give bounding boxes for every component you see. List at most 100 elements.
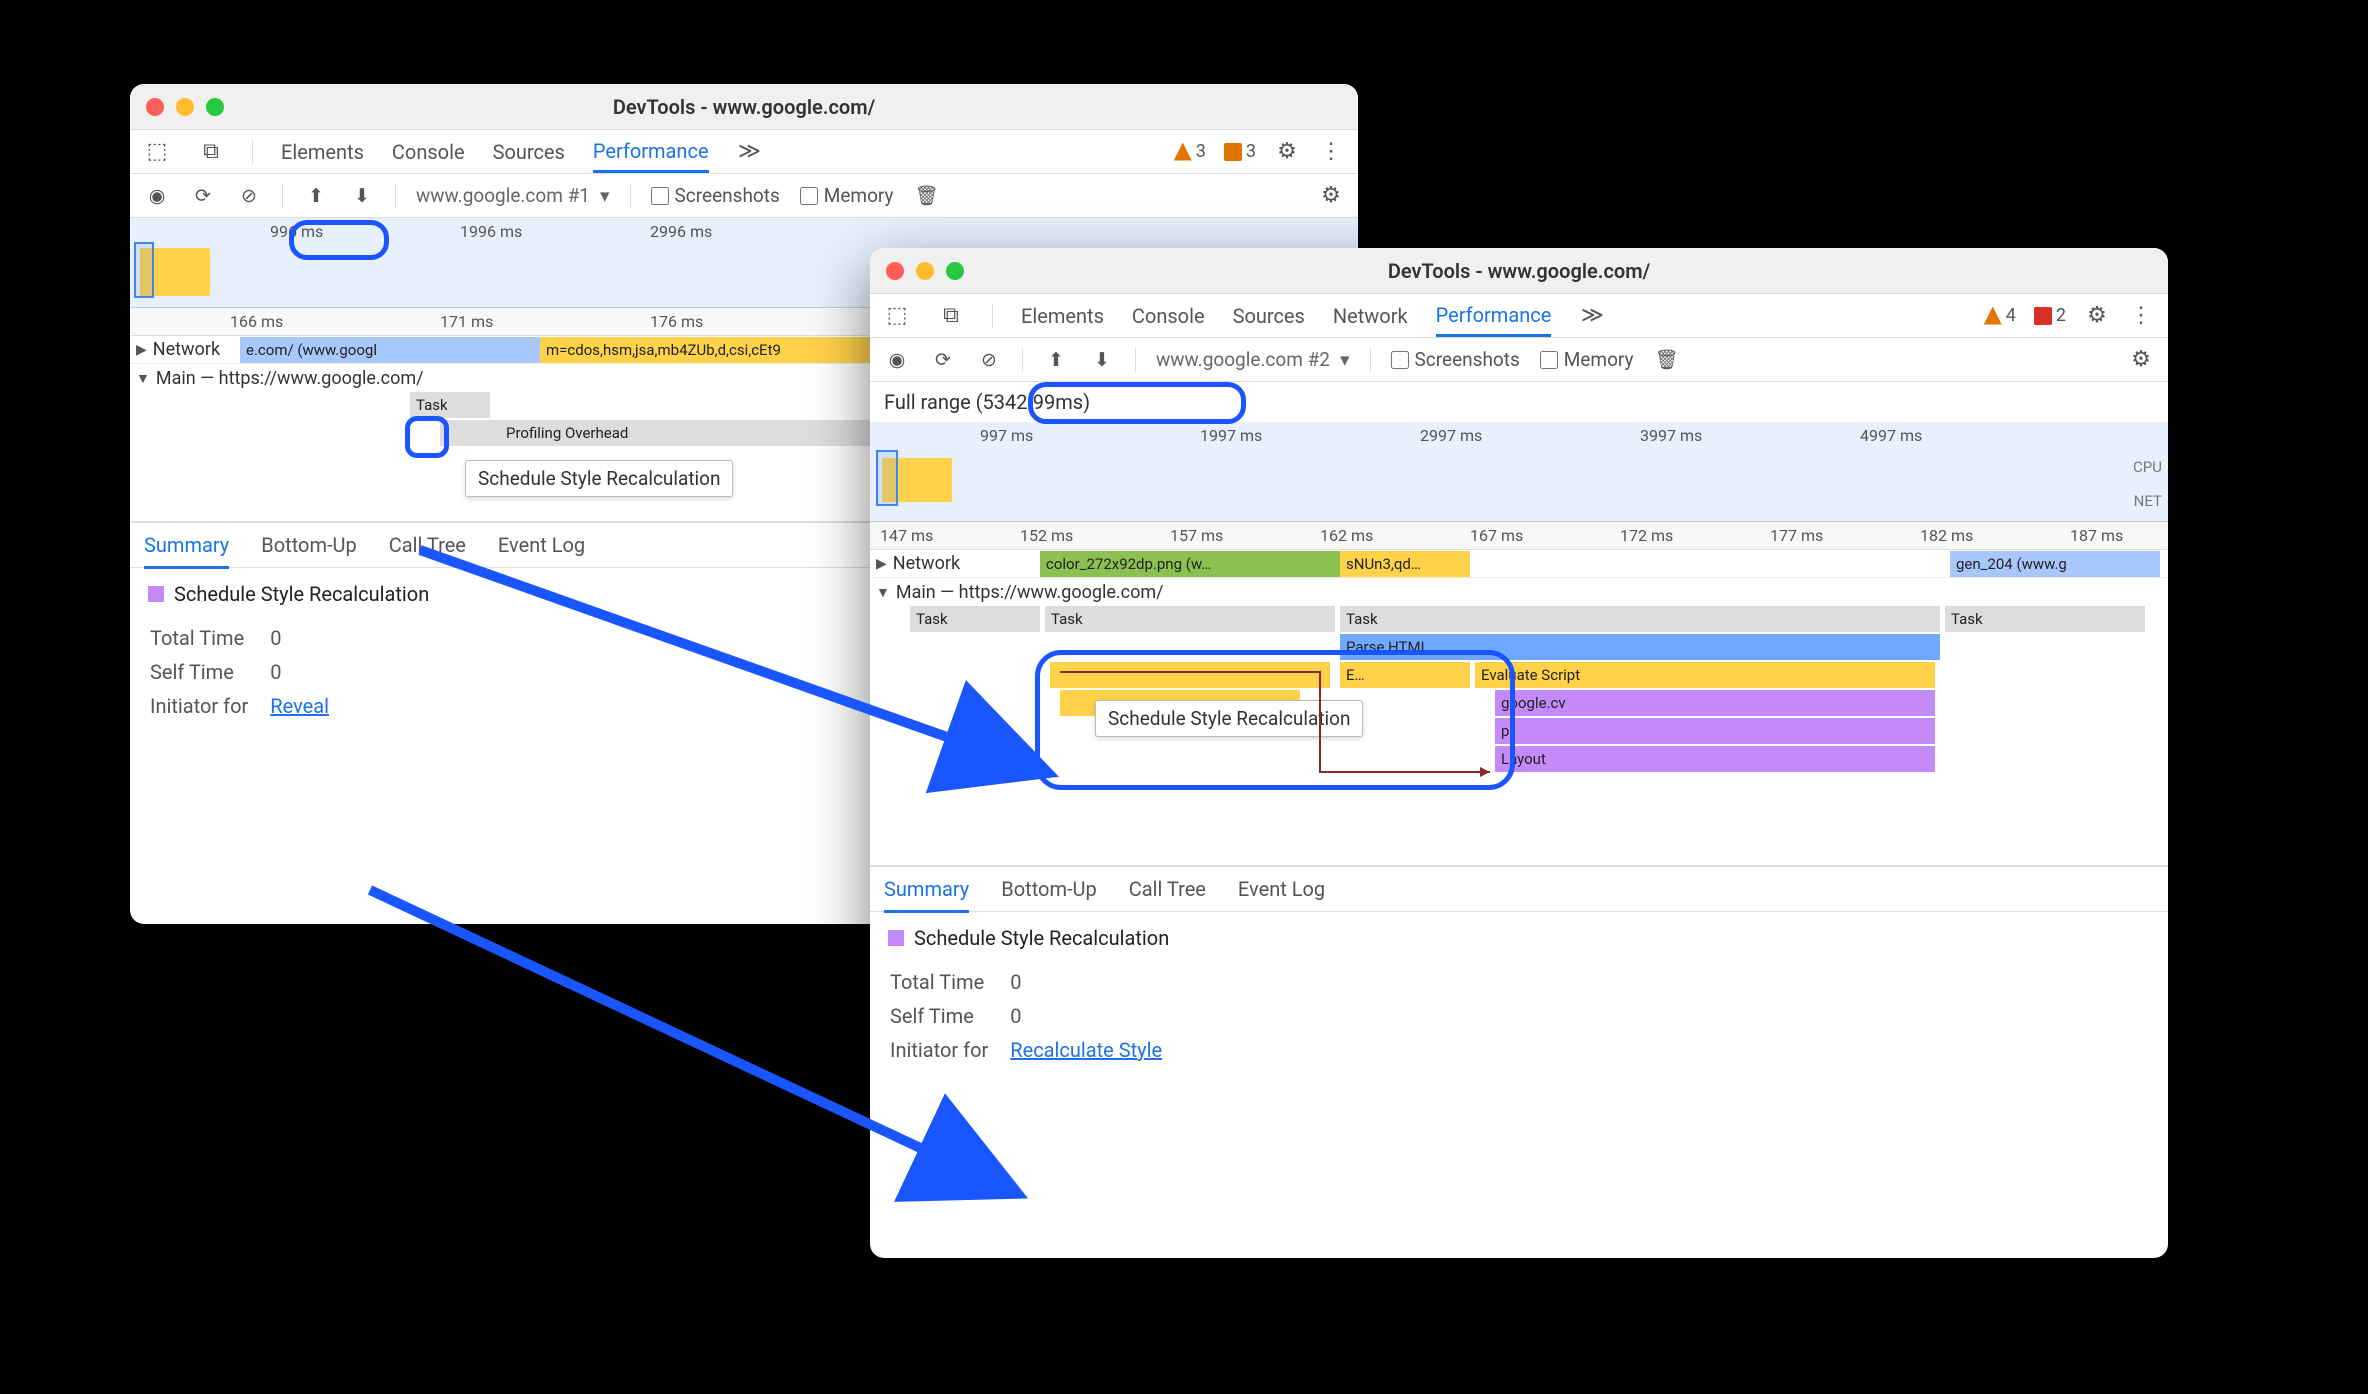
download-icon[interactable]: ⬇ (1089, 347, 1115, 373)
clear-icon[interactable]: ⊘ (236, 183, 262, 209)
kebab-icon[interactable]: ⋮ (2128, 303, 2154, 329)
ruler-tick: 171 ms (440, 312, 493, 331)
total-time-value: 0 (1010, 966, 1182, 998)
tab-call-tree[interactable]: Call Tree (1129, 877, 1206, 901)
expand-icon[interactable]: ▶ (136, 342, 147, 358)
download-icon[interactable]: ⬇ (349, 183, 375, 209)
tab-console[interactable]: Console (392, 140, 465, 164)
flame-task[interactable]: Task (1340, 606, 1940, 632)
ruler-tick: 172 ms (1620, 526, 1673, 545)
flame-googlecv[interactable]: google.cv (1495, 690, 1935, 716)
more-tabs-icon[interactable]: ≫ (1579, 303, 1605, 329)
tab-call-tree[interactable]: Call Tree (389, 533, 466, 557)
flame-layout[interactable]: Layout (1495, 746, 1935, 772)
color-swatch (888, 930, 904, 946)
trash-icon[interactable]: 🗑 (1654, 347, 1680, 373)
record-icon[interactable]: ◉ (884, 347, 910, 373)
main-track-header[interactable]: ▼ Main — https://www.google.com/ (870, 578, 2168, 606)
gear-icon[interactable]: ⚙ (2084, 303, 2110, 329)
panel-gear-icon[interactable]: ⚙ (2128, 347, 2154, 373)
network-segment[interactable]: color_272x92dp.png (w… (1040, 551, 1340, 577)
device-icon[interactable]: ⧉ (198, 139, 224, 165)
summary-table: Total Time0 Self Time0 Initiator forReve… (148, 620, 351, 724)
overview-tick: 1997 ms (1200, 426, 1262, 445)
memory-checkbox[interactable]: Memory (1540, 348, 1634, 371)
trash-icon[interactable]: 🗑 (914, 183, 940, 209)
titlebar[interactable]: DevTools - www.google.com/ (130, 84, 1358, 130)
net-label: NET (2134, 492, 2162, 510)
reveal-link[interactable]: Reveal (270, 694, 329, 718)
window-title: DevTools - www.google.com/ (870, 259, 2168, 283)
tab-event-log[interactable]: Event Log (1238, 877, 1325, 901)
tab-sources[interactable]: Sources (493, 140, 565, 164)
warning-icon (1174, 143, 1192, 161)
kebab-icon[interactable]: ⋮ (1318, 139, 1344, 165)
tab-event-log[interactable]: Event Log (498, 533, 585, 557)
flame-parse[interactable]: Parse HTML (1340, 634, 1940, 660)
recalculate-style-link[interactable]: Recalculate Style (1010, 1038, 1162, 1062)
tab-summary[interactable]: Summary (144, 533, 229, 569)
expand-icon[interactable]: ▶ (876, 556, 887, 572)
flame-chart[interactable]: Task Task Task Task Parse HTML E… Evalua… (870, 606, 2168, 866)
upload-icon[interactable]: ⬆ (303, 183, 329, 209)
summary-table: Total Time0 Self Time0 Initiator forReca… (888, 964, 1184, 1068)
network-segment[interactable]: e.com/ (www.googl (240, 337, 540, 363)
tab-elements[interactable]: Elements (281, 140, 364, 164)
tab-performance[interactable]: Performance (593, 139, 709, 173)
tab-bar: ⬚ ⧉ Elements Console Sources Performance… (130, 130, 1358, 174)
screenshots-checkbox[interactable]: Screenshots (1391, 348, 1520, 371)
profile-select[interactable]: www.google.com #1▾ (416, 184, 610, 207)
profile-select[interactable]: www.google.com #2 ▾ (1156, 348, 1350, 371)
flame-eval[interactable]: Evaluate Script (1475, 662, 1935, 688)
flame-p[interactable]: p (1495, 718, 1935, 744)
self-time-label: Self Time (890, 1000, 1008, 1032)
upload-icon[interactable]: ⬆ (1043, 347, 1069, 373)
profile-select-label: www.google.com #2 (1156, 348, 1330, 371)
inspect-icon[interactable]: ⬚ (144, 139, 170, 165)
record-icon[interactable]: ◉ (144, 183, 170, 209)
flame-task[interactable]: Task (410, 392, 490, 418)
panel-gear-icon[interactable]: ⚙ (1318, 183, 1344, 209)
profile-select-label: www.google.com #1 (416, 184, 590, 207)
reload-icon[interactable]: ⟳ (930, 347, 956, 373)
summary-header: Schedule Style Recalculation (888, 926, 2150, 950)
overview-tick: 1996 ms (460, 222, 522, 241)
tab-bottom-up[interactable]: Bottom-Up (261, 533, 356, 557)
flame-task[interactable]: Task (910, 606, 1040, 632)
network-segment[interactable]: gen_204 (www.g (1950, 551, 2160, 577)
tab-network[interactable]: Network (1333, 304, 1408, 328)
overview-timeline[interactable]: 997 ms 1997 ms 2997 ms 3997 ms 4997 ms C… (870, 422, 2168, 522)
error-badge[interactable]: 3 (1224, 141, 1256, 162)
error-badge[interactable]: 2 (2034, 305, 2066, 326)
memory-checkbox[interactable]: Memory (800, 184, 894, 207)
titlebar[interactable]: DevTools - www.google.com/ (870, 248, 2168, 294)
overview-selection[interactable] (876, 450, 898, 506)
tab-bottom-up[interactable]: Bottom-Up (1001, 877, 1096, 901)
error-count: 3 (1246, 141, 1256, 162)
time-ruler[interactable]: 147 ms 152 ms 157 ms 162 ms 167 ms 172 m… (870, 522, 2168, 550)
self-time-label: Self Time (150, 656, 268, 688)
warning-badge[interactable]: 4 (1984, 305, 2016, 326)
flame-task[interactable]: Task (1945, 606, 2145, 632)
device-icon[interactable]: ⧉ (938, 303, 964, 329)
chevron-down-icon: ▾ (1340, 348, 1350, 371)
tab-elements[interactable]: Elements (1021, 304, 1104, 328)
reload-icon[interactable]: ⟳ (190, 183, 216, 209)
network-track-header[interactable]: ▶ Network color_272x92dp.png (w… sNUn3,q… (870, 550, 2168, 578)
collapse-icon[interactable]: ▼ (136, 370, 150, 387)
warning-badge[interactable]: 3 (1174, 141, 1206, 162)
inspect-icon[interactable]: ⬚ (884, 303, 910, 329)
collapse-icon[interactable]: ▼ (876, 584, 890, 601)
tab-sources[interactable]: Sources (1233, 304, 1305, 328)
tab-summary[interactable]: Summary (884, 877, 969, 913)
overview-selection[interactable] (134, 242, 154, 298)
gear-icon[interactable]: ⚙ (1274, 139, 1300, 165)
network-segment[interactable]: sNUn3,qd… (1340, 551, 1470, 577)
flame-task[interactable]: Task (1045, 606, 1335, 632)
tab-console[interactable]: Console (1132, 304, 1205, 328)
screenshots-checkbox[interactable]: Screenshots (651, 184, 780, 207)
error-icon (2034, 307, 2052, 325)
more-tabs-icon[interactable]: ≫ (737, 139, 763, 165)
clear-icon[interactable]: ⊘ (976, 347, 1002, 373)
tab-performance[interactable]: Performance (1436, 303, 1552, 337)
